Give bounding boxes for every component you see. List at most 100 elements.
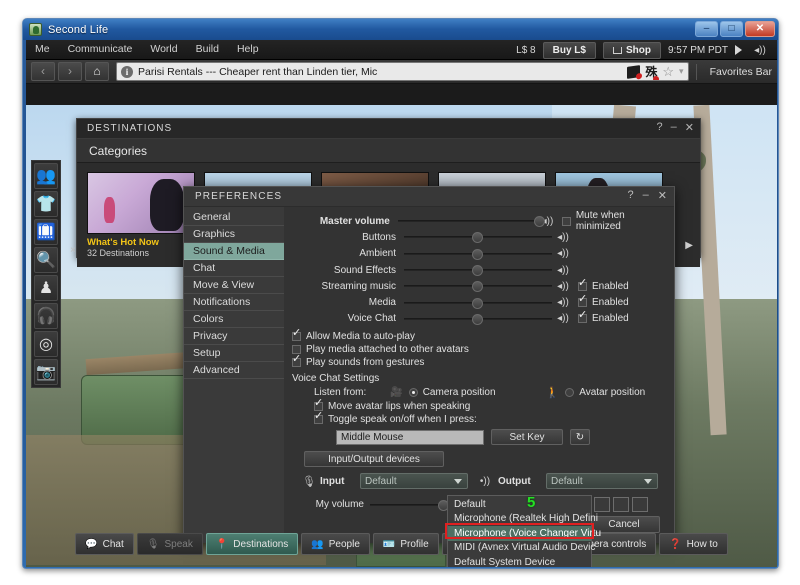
nav-item-privacy[interactable]: Privacy	[184, 328, 284, 345]
set-key-button[interactable]: Set Key	[491, 429, 563, 446]
close-button[interactable]: ✕	[745, 21, 775, 37]
volume-slider-master[interactable]	[397, 215, 545, 228]
speaker-icon[interactable]: ◂))	[552, 232, 574, 243]
streaming-music-enabled-option[interactable]: Enabled	[578, 278, 629, 292]
dropdown-option-default-system[interactable]: Default System Device	[448, 555, 591, 567]
speaker-icon[interactable]: ◂))	[552, 265, 574, 276]
volume-slider-media[interactable]	[404, 297, 552, 309]
checkbox[interactable]	[578, 310, 587, 324]
checkbox[interactable]	[578, 294, 587, 308]
minimize-button[interactable]: –	[695, 21, 718, 37]
preferences-help-button[interactable]: ?	[628, 189, 634, 202]
slider-knob[interactable]	[472, 281, 483, 293]
bottom-button-destinations[interactable]: 📍 Destinations	[205, 533, 299, 555]
media-enabled-option[interactable]: Enabled	[578, 294, 629, 308]
left-toolbar-outfits-button[interactable]: 👕	[34, 191, 58, 217]
mute-when-minimized-option[interactable]: Mute when minimized	[561, 210, 666, 232]
bottom-button-how-to[interactable]: ❓ How to	[659, 533, 728, 555]
volume-slider-ambient[interactable]	[404, 248, 552, 260]
play-media-attached-option[interactable]: Play media attached to other avatars	[292, 344, 666, 355]
forward-button[interactable]: ›	[58, 62, 82, 81]
voice-chat-enabled-option[interactable]: Enabled	[578, 310, 629, 324]
dropdown-option-voice-changer[interactable]: Microphone (Voice Changer Virtu	[448, 526, 601, 541]
menu-communicate[interactable]: Communicate	[59, 40, 142, 59]
nav-item-colors[interactable]: Colors	[184, 311, 284, 328]
bottom-button-profile[interactable]: 🪪 Profile	[372, 533, 439, 555]
allow-media-autoplay-option[interactable]: Allow Media to auto-play	[292, 328, 666, 342]
media-play-icon[interactable]	[735, 45, 742, 55]
output-device-combo[interactable]: Default	[545, 473, 658, 490]
left-toolbar-avatar-button[interactable]: ♟	[34, 275, 58, 301]
volume-slider-voice-chat[interactable]	[404, 313, 552, 325]
slider-knob[interactable]	[472, 297, 483, 309]
destinations-next-arrow[interactable]: ▶	[685, 240, 693, 251]
nav-item-chat[interactable]: Chat	[184, 260, 284, 277]
camera-position-radio[interactable]	[408, 388, 418, 398]
toggle-speak-option[interactable]: Toggle speak on/off when I press:	[314, 411, 666, 425]
slider-knob[interactable]	[533, 216, 545, 228]
slider-knob[interactable]	[472, 248, 483, 260]
speaker-icon[interactable]: ◂))	[552, 248, 574, 259]
speaker-icon[interactable]: ◂))	[552, 313, 574, 324]
speaker-icon[interactable]: ◂))	[552, 297, 574, 308]
shop-button[interactable]: Shop	[602, 41, 661, 59]
checkbox[interactable]	[561, 216, 571, 226]
move-lips-option[interactable]: Move avatar lips when speaking	[314, 398, 666, 412]
home-button[interactable]: ⌂	[85, 62, 109, 81]
play-sounds-gestures-option[interactable]: Play sounds from gestures	[292, 354, 666, 368]
destinations-help-button[interactable]: ?	[657, 121, 663, 134]
bottom-button-people[interactable]: 👥 People	[301, 533, 370, 555]
checkbox[interactable]	[292, 354, 301, 368]
left-toolbar-people-button[interactable]: 👥	[34, 163, 58, 189]
destinations-side-close[interactable]: ×	[70, 245, 76, 256]
chevron-down-icon[interactable]: ▾	[679, 66, 684, 77]
menu-me[interactable]: Me	[26, 40, 59, 59]
input-output-devices-button[interactable]: Input/Output devices	[304, 451, 444, 468]
slider-knob[interactable]	[472, 232, 483, 244]
checkbox[interactable]	[578, 278, 587, 291]
back-button[interactable]: ‹	[31, 62, 55, 81]
nav-item-move-and-view[interactable]: Move & View	[184, 277, 284, 294]
volume-slider-streaming-music[interactable]	[404, 280, 552, 293]
buy-linden-button[interactable]: Buy L$	[542, 41, 596, 59]
volume-icon[interactable]: ◂))	[749, 45, 771, 56]
speaker-icon[interactable]: ◂))	[552, 281, 574, 292]
dropdown-option-realtek[interactable]: Microphone (Realtek High Defini	[448, 512, 598, 527]
avatar-position-radio[interactable]	[565, 388, 575, 398]
nav-item-setup[interactable]: Setup	[184, 345, 284, 362]
dropdown-option-default[interactable]: Default	[448, 497, 591, 512]
menu-world[interactable]: World	[141, 40, 186, 59]
push-to-talk-key-input[interactable]: Middle Mouse	[336, 429, 484, 445]
destinations-minimize-button[interactable]: –	[671, 121, 677, 134]
favorite-star-icon[interactable]: ☆	[662, 64, 674, 80]
preferences-minimize-button[interactable]: –	[643, 189, 649, 202]
nav-item-graphics[interactable]: Graphics	[184, 226, 284, 243]
maximize-button[interactable]: □	[720, 21, 743, 37]
favorites-bar-label[interactable]: Favorites Bar	[710, 66, 772, 78]
menu-help[interactable]: Help	[228, 40, 268, 59]
nav-item-general[interactable]: General	[184, 209, 284, 226]
reset-key-button[interactable]: ↻	[570, 429, 590, 446]
nav-item-notifications[interactable]: Notifications	[184, 294, 284, 311]
volume-slider-sound-effects[interactable]	[404, 264, 552, 277]
nav-item-sound-and-media[interactable]: Sound & Media	[184, 243, 284, 260]
input-device-dropdown[interactable]: Default Microphone (Realtek High Defini …	[447, 495, 601, 567]
volume-slider-buttons[interactable]	[404, 231, 552, 244]
bottom-button-speak[interactable]: 🎙 Speak	[136, 533, 203, 555]
checkbox[interactable]	[314, 411, 323, 425]
bottom-button-chat[interactable]: 💬 Chat	[75, 533, 134, 555]
left-toolbar-minimap-button[interactable]: ◎	[34, 331, 58, 357]
destinations-close-button[interactable]: ✕	[685, 121, 694, 134]
left-toolbar-audio-button[interactable]: 🎧	[34, 303, 58, 329]
checkbox[interactable]	[292, 328, 301, 342]
location-input[interactable]: i Parisi Rentals --- Cheaper rent than L…	[116, 62, 689, 81]
left-toolbar-snapshot-button[interactable]: 📷	[34, 359, 58, 385]
destination-card[interactable]: What's Hot Now 32 Destinations	[87, 172, 195, 258]
nav-item-advanced[interactable]: Advanced	[184, 362, 284, 379]
left-toolbar-inventory-button[interactable]: 🛄	[34, 219, 58, 245]
left-toolbar-search-button[interactable]: 🔍	[34, 247, 58, 273]
dropdown-option-midi[interactable]: MIDI (Avnex Virtual Audio Devic	[448, 541, 595, 556]
input-device-combo[interactable]: Default	[359, 473, 468, 490]
preferences-close-button[interactable]: ✕	[658, 189, 667, 202]
menu-build[interactable]: Build	[187, 40, 228, 59]
